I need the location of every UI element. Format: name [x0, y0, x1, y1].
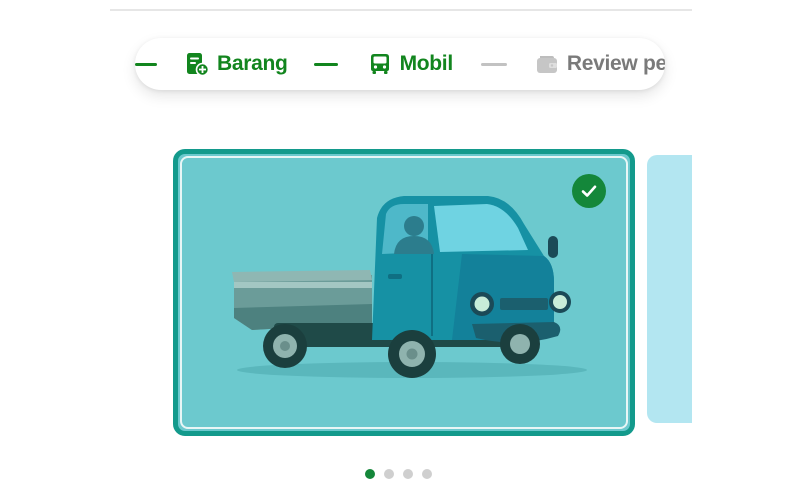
package-add-icon [187, 53, 209, 76]
vehicle-card-next[interactable] [647, 155, 692, 423]
vehicle-carousel[interactable] [110, 140, 692, 450]
wallet-icon [536, 56, 557, 73]
step-review-pesanan[interactable]: Review pesanan [535, 52, 665, 76]
vehicle-card-selected[interactable] [173, 149, 635, 436]
stepper-connector-1 [313, 62, 338, 66]
pickup-truck-icon [232, 196, 587, 378]
carousel-pagination [365, 469, 432, 479]
check-icon [581, 185, 597, 197]
pagination-dot-3[interactable] [403, 469, 413, 479]
selected-check-badge [572, 174, 606, 208]
pagination-dot-1[interactable] [365, 469, 375, 479]
pagination-dot-4[interactable] [422, 469, 432, 479]
step-label-barang: Barang [217, 52, 288, 75]
step-barang[interactable]: Barang [185, 52, 288, 76]
pagination-dot-2[interactable] [384, 469, 394, 479]
step-label-mobil: Mobil [399, 52, 454, 75]
vehicle-icon [370, 54, 389, 74]
stepper-connector-2 [480, 62, 507, 66]
top-divider [110, 9, 692, 11]
step-mobil[interactable]: Mobil [368, 52, 453, 76]
vehicle-card-inner [180, 156, 628, 429]
vehicle-selection-screen: Barang Mobil Review pe [0, 0, 800, 500]
step-label-review-pesanan: Review pesanan [566, 52, 665, 75]
stepper-connector-leading [135, 62, 157, 66]
order-stepper[interactable]: Barang Mobil Review pe [135, 38, 665, 90]
stepper-track: Barang Mobil Review pe [135, 38, 665, 90]
